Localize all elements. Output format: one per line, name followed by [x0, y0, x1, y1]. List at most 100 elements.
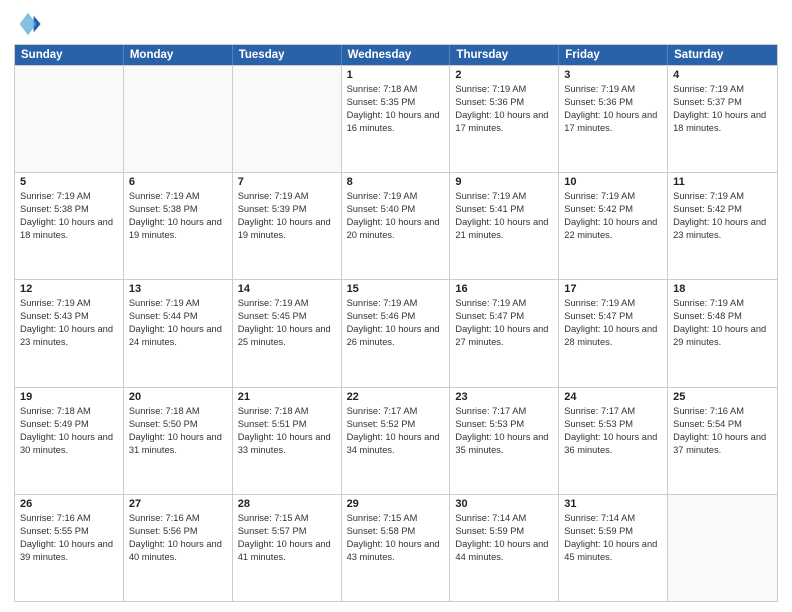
day-number: 18 [673, 283, 772, 295]
day-info: Sunrise: 7:18 AMSunset: 5:51 PMDaylight:… [238, 405, 336, 457]
day-number: 28 [238, 498, 336, 510]
day-number: 10 [564, 176, 662, 188]
day-header-monday: Monday [124, 45, 233, 65]
day-cell-4: 4Sunrise: 7:19 AMSunset: 5:37 PMDaylight… [668, 66, 777, 172]
calendar: SundayMondayTuesdayWednesdayThursdayFrid… [14, 44, 778, 602]
day-number: 23 [455, 391, 553, 403]
day-info: Sunrise: 7:19 AMSunset: 5:37 PMDaylight:… [673, 83, 772, 135]
day-cell-12: 12 Sunrise: 7:19 AMSunset: 5:43 PMDayligh… [15, 280, 124, 386]
day-header-tuesday: Tuesday [233, 45, 342, 65]
day-number: 24 [564, 391, 662, 403]
day-info: Sunrise: 7:19 AMSunset: 5:48 PMDaylight:… [673, 297, 772, 349]
day-cell-29: 29 Sunrise: 7:15 AMSunset: 5:58 PMDayligh… [342, 495, 451, 601]
day-number: 22 [347, 391, 445, 403]
day-number: 9 [455, 176, 553, 188]
day-info: Sunrise: 7:16 AMSunset: 5:54 PMDaylight:… [673, 405, 772, 457]
day-info: Sunrise: 7:19 AMSunset: 5:36 PMDaylight:… [564, 83, 662, 135]
calendar-week-3: 12 Sunrise: 7:19 AMSunset: 5:43 PMDayligh… [15, 279, 777, 386]
day-info: Sunrise: 7:19 AMSunset: 5:47 PMDaylight:… [564, 297, 662, 349]
day-number: 16 [455, 283, 553, 295]
day-number: 3 [564, 69, 662, 81]
day-cell-3: 3 Sunrise: 7:19 AMSunset: 5:36 PMDaylight… [559, 66, 668, 172]
day-number: 25 [673, 391, 772, 403]
day-cell-17: 17 Sunrise: 7:19 AMSunset: 5:47 PMDayligh… [559, 280, 668, 386]
day-cell-25: 25 Sunrise: 7:16 AMSunset: 5:54 PMDayligh… [668, 388, 777, 494]
day-cell-6: 6 Sunrise: 7:19 AMSunset: 5:38 PMDaylight… [124, 173, 233, 279]
day-cell-28: 28 Sunrise: 7:15 AMSunset: 5:57 PMDayligh… [233, 495, 342, 601]
empty-cell [124, 66, 233, 172]
day-info: Sunrise: 7:19 AMSunset: 5:36 PMDaylight:… [455, 83, 553, 135]
day-cell-9: 9 Sunrise: 7:19 AMSunset: 5:41 PMDaylight… [450, 173, 559, 279]
day-cell-11: 11 Sunrise: 7:19 AMSunset: 5:42 PMDayligh… [668, 173, 777, 279]
day-number: 27 [129, 498, 227, 510]
header [14, 10, 778, 38]
day-cell-26: 26Sunrise: 7:16 AMSunset: 5:55 PMDayligh… [15, 495, 124, 601]
day-header-sunday: Sunday [15, 45, 124, 65]
day-number: 31 [564, 498, 662, 510]
day-header-saturday: Saturday [668, 45, 777, 65]
empty-cell [668, 495, 777, 601]
day-info: Sunrise: 7:17 AMSunset: 5:52 PMDaylight:… [347, 405, 445, 457]
day-number: 21 [238, 391, 336, 403]
day-info: Sunrise: 7:14 AMSunset: 5:59 PMDaylight:… [455, 512, 553, 564]
day-number: 1 [347, 69, 445, 81]
calendar-body: 1 Sunrise: 7:18 AMSunset: 5:35 PMDaylight… [15, 65, 777, 601]
day-number: 14 [238, 283, 336, 295]
page: SundayMondayTuesdayWednesdayThursdayFrid… [0, 0, 792, 612]
day-cell-16: 16Sunrise: 7:19 AMSunset: 5:47 PMDayligh… [450, 280, 559, 386]
day-cell-2: 2 Sunrise: 7:19 AMSunset: 5:36 PMDaylight… [450, 66, 559, 172]
day-number: 17 [564, 283, 662, 295]
calendar-week-4: 19 Sunrise: 7:18 AMSunset: 5:49 PMDayligh… [15, 387, 777, 494]
day-number: 7 [238, 176, 336, 188]
day-info: Sunrise: 7:19 AMSunset: 5:44 PMDaylight:… [129, 297, 227, 349]
day-cell-13: 13 Sunrise: 7:19 AMSunset: 5:44 PMDayligh… [124, 280, 233, 386]
day-info: Sunrise: 7:15 AMSunset: 5:58 PMDaylight:… [347, 512, 445, 564]
day-cell-7: 7Sunrise: 7:19 AMSunset: 5:39 PMDaylight… [233, 173, 342, 279]
calendar-header-row: SundayMondayTuesdayWednesdayThursdayFrid… [15, 45, 777, 65]
day-cell-18: 18 Sunrise: 7:19 AMSunset: 5:48 PMDayligh… [668, 280, 777, 386]
day-number: 15 [347, 283, 445, 295]
day-info: Sunrise: 7:16 AMSunset: 5:56 PMDaylight:… [129, 512, 227, 564]
day-number: 19 [20, 391, 118, 403]
day-number: 8 [347, 176, 445, 188]
day-cell-31: 31 Sunrise: 7:14 AMSunset: 5:59 PMDayligh… [559, 495, 668, 601]
day-info: Sunrise: 7:19 AMSunset: 5:46 PMDaylight:… [347, 297, 445, 349]
day-number: 13 [129, 283, 227, 295]
day-cell-27: 27 Sunrise: 7:16 AMSunset: 5:56 PMDayligh… [124, 495, 233, 601]
day-cell-15: 15 Sunrise: 7:19 AMSunset: 5:46 PMDayligh… [342, 280, 451, 386]
day-number: 26 [20, 498, 118, 510]
day-cell-19: 19 Sunrise: 7:18 AMSunset: 5:49 PMDayligh… [15, 388, 124, 494]
logo [14, 10, 46, 38]
day-header-thursday: Thursday [450, 45, 559, 65]
day-number: 12 [20, 283, 118, 295]
day-cell-22: 22 Sunrise: 7:17 AMSunset: 5:52 PMDayligh… [342, 388, 451, 494]
day-info: Sunrise: 7:18 AMSunset: 5:50 PMDaylight:… [129, 405, 227, 457]
day-cell-23: 23 Sunrise: 7:17 AMSunset: 5:53 PMDayligh… [450, 388, 559, 494]
day-number: 29 [347, 498, 445, 510]
day-number: 20 [129, 391, 227, 403]
empty-cell [15, 66, 124, 172]
day-info: Sunrise: 7:14 AMSunset: 5:59 PMDaylight:… [564, 512, 662, 564]
day-info: Sunrise: 7:19 AMSunset: 5:38 PMDaylight:… [129, 190, 227, 242]
day-number: 6 [129, 176, 227, 188]
day-number: 11 [673, 176, 772, 188]
day-cell-1: 1 Sunrise: 7:18 AMSunset: 5:35 PMDaylight… [342, 66, 451, 172]
day-info: Sunrise: 7:17 AMSunset: 5:53 PMDaylight:… [455, 405, 553, 457]
day-cell-20: 20 Sunrise: 7:18 AMSunset: 5:50 PMDayligh… [124, 388, 233, 494]
day-info: Sunrise: 7:19 AMSunset: 5:42 PMDaylight:… [673, 190, 772, 242]
day-cell-8: 8 Sunrise: 7:19 AMSunset: 5:40 PMDaylight… [342, 173, 451, 279]
day-info: Sunrise: 7:19 AMSunset: 5:43 PMDaylight:… [20, 297, 118, 349]
day-info: Sunrise: 7:18 AMSunset: 5:49 PMDaylight:… [20, 405, 118, 457]
day-info: Sunrise: 7:19 AMSunset: 5:45 PMDaylight:… [238, 297, 336, 349]
day-number: 2 [455, 69, 553, 81]
calendar-week-1: 1 Sunrise: 7:18 AMSunset: 5:35 PMDaylight… [15, 65, 777, 172]
day-cell-10: 10Sunrise: 7:19 AMSunset: 5:42 PMDayligh… [559, 173, 668, 279]
day-info: Sunrise: 7:18 AMSunset: 5:35 PMDaylight:… [347, 83, 445, 135]
day-info: Sunrise: 7:19 AMSunset: 5:40 PMDaylight:… [347, 190, 445, 242]
day-info: Sunrise: 7:15 AMSunset: 5:57 PMDaylight:… [238, 512, 336, 564]
day-header-wednesday: Wednesday [342, 45, 451, 65]
day-info: Sunrise: 7:19 AMSunset: 5:38 PMDaylight:… [20, 190, 118, 242]
logo-icon [14, 10, 42, 38]
day-header-friday: Friday [559, 45, 668, 65]
day-info: Sunrise: 7:19 AMSunset: 5:41 PMDaylight:… [455, 190, 553, 242]
